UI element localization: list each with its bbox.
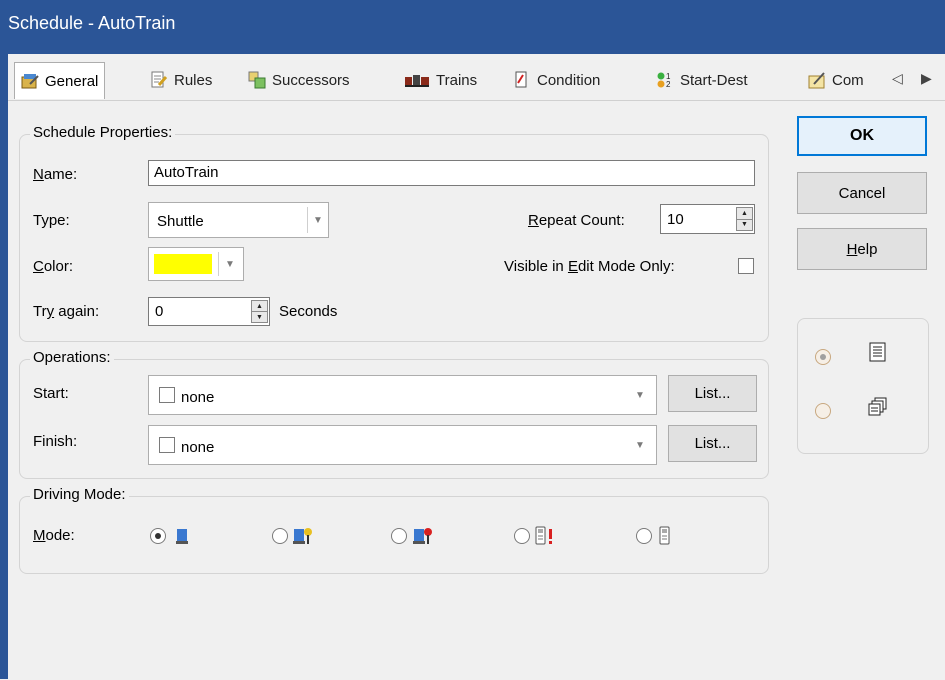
- commands-icon: [808, 71, 826, 89]
- view-option-radio-1[interactable]: [815, 349, 831, 365]
- tab-label: Com: [832, 71, 864, 89]
- mode-radio-4[interactable]: [514, 528, 530, 544]
- blue-train-red-signal-icon: [412, 526, 432, 546]
- group-label: Operations:: [30, 349, 114, 366]
- name-field[interactable]: AutoTrain: [148, 160, 755, 186]
- multi-window-icon: [868, 397, 888, 417]
- trains-icon: [404, 71, 430, 89]
- chevron-down-icon: ▼: [635, 439, 645, 451]
- general-icon: [21, 72, 39, 90]
- visible-edit-mode-checkbox[interactable]: [738, 258, 754, 274]
- condition-icon: [513, 71, 531, 89]
- mode-label: Mode:: [33, 527, 75, 544]
- window-border: [0, 54, 8, 679]
- repeat-count-label: Repeat Count:: [528, 212, 625, 229]
- title-bar: Schedule - AutoTrain: [0, 0, 945, 54]
- mode-radio-3[interactable]: [391, 528, 407, 544]
- color-label: Color:: [33, 258, 74, 275]
- tab-label: Rules: [174, 71, 213, 89]
- tab-scroll-right-icon[interactable]: ▶: [921, 70, 932, 87]
- tab-successors[interactable]: Successors: [248, 64, 350, 96]
- tab-trains[interactable]: Trains: [404, 64, 477, 96]
- type-dropdown[interactable]: Shuttle ▼: [148, 202, 329, 238]
- spin-up-icon[interactable]: ▲: [252, 301, 267, 311]
- type-label: Type:: [33, 212, 70, 229]
- group-label: Schedule Properties:: [30, 124, 176, 141]
- tab-commands[interactable]: Com: [808, 64, 864, 96]
- type-value: Shuttle: [157, 213, 204, 230]
- tab-label: Successors: [272, 71, 350, 89]
- spin-buttons[interactable]: ▲ ▼: [736, 207, 753, 231]
- name-label: Name:: [33, 166, 78, 183]
- successors-icon: [248, 71, 266, 89]
- group-label: Driving Mode:: [30, 486, 129, 503]
- finish-operation-value: none: [181, 439, 215, 456]
- tab-start-dest[interactable]: 12 Start-Dest: [656, 64, 748, 96]
- view-options-group: [797, 318, 929, 454]
- seconds-label: Seconds: [279, 303, 338, 320]
- tab-label: Start-Dest: [680, 71, 748, 89]
- tab-scroll-left-icon[interactable]: ◁: [892, 70, 903, 87]
- svg-text:2: 2: [666, 80, 671, 89]
- start-operation-dropdown[interactable]: none ▼: [148, 375, 657, 415]
- handheld-icon: [655, 526, 675, 546]
- try-again-spinner[interactable]: 0 ▲ ▼: [148, 297, 270, 326]
- tab-condition[interactable]: Condition: [513, 64, 600, 96]
- help-button[interactable]: Help: [797, 228, 927, 270]
- tab-bar: General Rules Successors Trains Conditio…: [8, 62, 945, 102]
- start-operation-checkbox[interactable]: [159, 387, 175, 403]
- start-list-button[interactable]: List...: [668, 375, 757, 412]
- view-option-radio-2[interactable]: [815, 403, 831, 419]
- tab-label: Trains: [436, 71, 478, 89]
- list-view-icon: [868, 342, 888, 362]
- spin-buttons[interactable]: ▲ ▼: [251, 300, 268, 323]
- mode-radio-2[interactable]: [272, 528, 288, 544]
- window-title: Schedule - AutoTrain: [8, 13, 176, 33]
- color-swatch: [154, 254, 212, 274]
- spin-down-icon[interactable]: ▼: [252, 311, 267, 322]
- start-label: Start:: [33, 385, 69, 402]
- dropdown-separator: [218, 252, 219, 276]
- tab-general[interactable]: General: [14, 62, 106, 99]
- mode-radio-5[interactable]: [636, 528, 652, 544]
- start-dest-icon: 12: [656, 71, 674, 89]
- tab-label: General: [45, 72, 99, 90]
- blue-train-yellow-signal-icon: [292, 526, 312, 546]
- finish-list-button[interactable]: List...: [668, 425, 757, 462]
- spin-down-icon[interactable]: ▼: [737, 218, 752, 231]
- ok-button[interactable]: OK: [797, 116, 927, 156]
- try-again-value: 0: [155, 303, 164, 320]
- finish-operation-dropdown[interactable]: none ▼: [148, 425, 657, 465]
- tab-label: Condition: [537, 71, 601, 89]
- handheld-red-alert-icon: [534, 526, 554, 546]
- tab-rules[interactable]: Rules: [150, 64, 212, 96]
- visible-edit-mode-label: Visible in Edit Mode Only:: [504, 258, 675, 275]
- try-again-label: Try again:: [33, 303, 100, 320]
- repeat-count-value: 10: [667, 211, 684, 228]
- chevron-down-icon: ▼: [635, 389, 645, 401]
- spin-up-icon[interactable]: ▲: [737, 208, 752, 219]
- chevron-down-icon: ▼: [225, 258, 235, 270]
- repeat-count-spinner[interactable]: 10 ▲ ▼: [660, 204, 755, 234]
- chevron-down-icon: ▼: [313, 214, 323, 226]
- cancel-button[interactable]: Cancel: [797, 172, 927, 214]
- finish-operation-checkbox[interactable]: [159, 437, 175, 453]
- finish-label: Finish:: [33, 433, 78, 450]
- mode-radio-1[interactable]: [150, 528, 166, 544]
- rules-icon: [150, 71, 168, 89]
- start-operation-value: none: [181, 389, 215, 406]
- blue-train-icon: [172, 526, 192, 546]
- color-picker[interactable]: ▼: [148, 247, 244, 281]
